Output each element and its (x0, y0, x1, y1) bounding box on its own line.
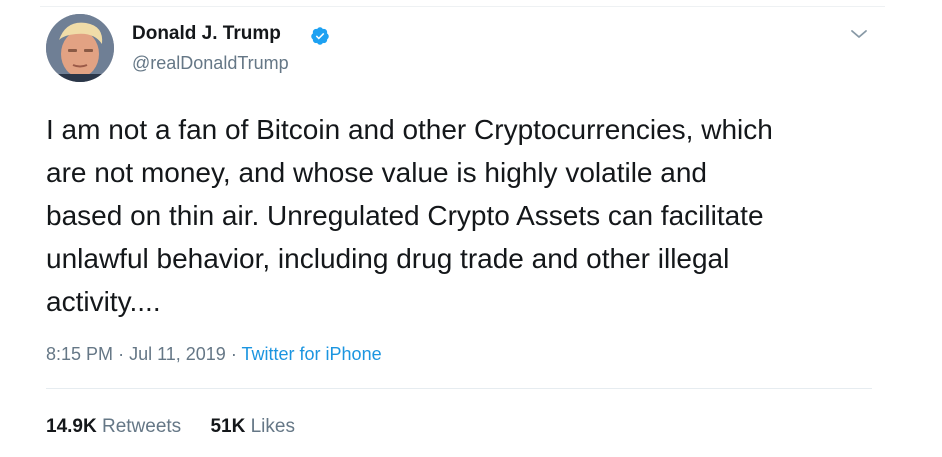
tweet-date[interactable]: Jul 11, 2019 (129, 344, 226, 364)
tweet-time[interactable]: 8:15 PM (46, 344, 113, 364)
retweets-count: 14.9K (46, 416, 97, 437)
verified-badge-icon (311, 27, 329, 45)
tweet-stats: 14.9K Retweets 51K Likes (46, 416, 295, 438)
chevron-down-icon[interactable] (849, 27, 869, 41)
tweet-card: Donald J. Trump @realDonaldTrump I am no… (0, 0, 942, 457)
retweets-label: Retweets (101, 416, 182, 437)
author-name[interactable]: Donald J. Trump (132, 23, 281, 45)
tweet-text: I am not a fan of Bitcoin and other Cryp… (46, 114, 773, 317)
likes-label: Likes (250, 416, 295, 437)
meta-separator: · (118, 344, 125, 364)
top-divider (40, 6, 885, 7)
likes-count: 51K (210, 416, 246, 437)
tweet-source-link[interactable]: Twitter for iPhone (242, 344, 382, 364)
tweet-meta: 8:15 PM · Jul 11, 2019 · Twitter for iPh… (46, 344, 382, 365)
avatar[interactable] (46, 14, 114, 82)
meta-separator: · (230, 344, 237, 364)
likes-stat[interactable]: 51K Likes (210, 416, 295, 438)
stats-divider (46, 388, 872, 389)
retweets-stat[interactable]: 14.9K Retweets (46, 416, 181, 438)
author-handle[interactable]: @realDonaldTrump (132, 53, 289, 74)
